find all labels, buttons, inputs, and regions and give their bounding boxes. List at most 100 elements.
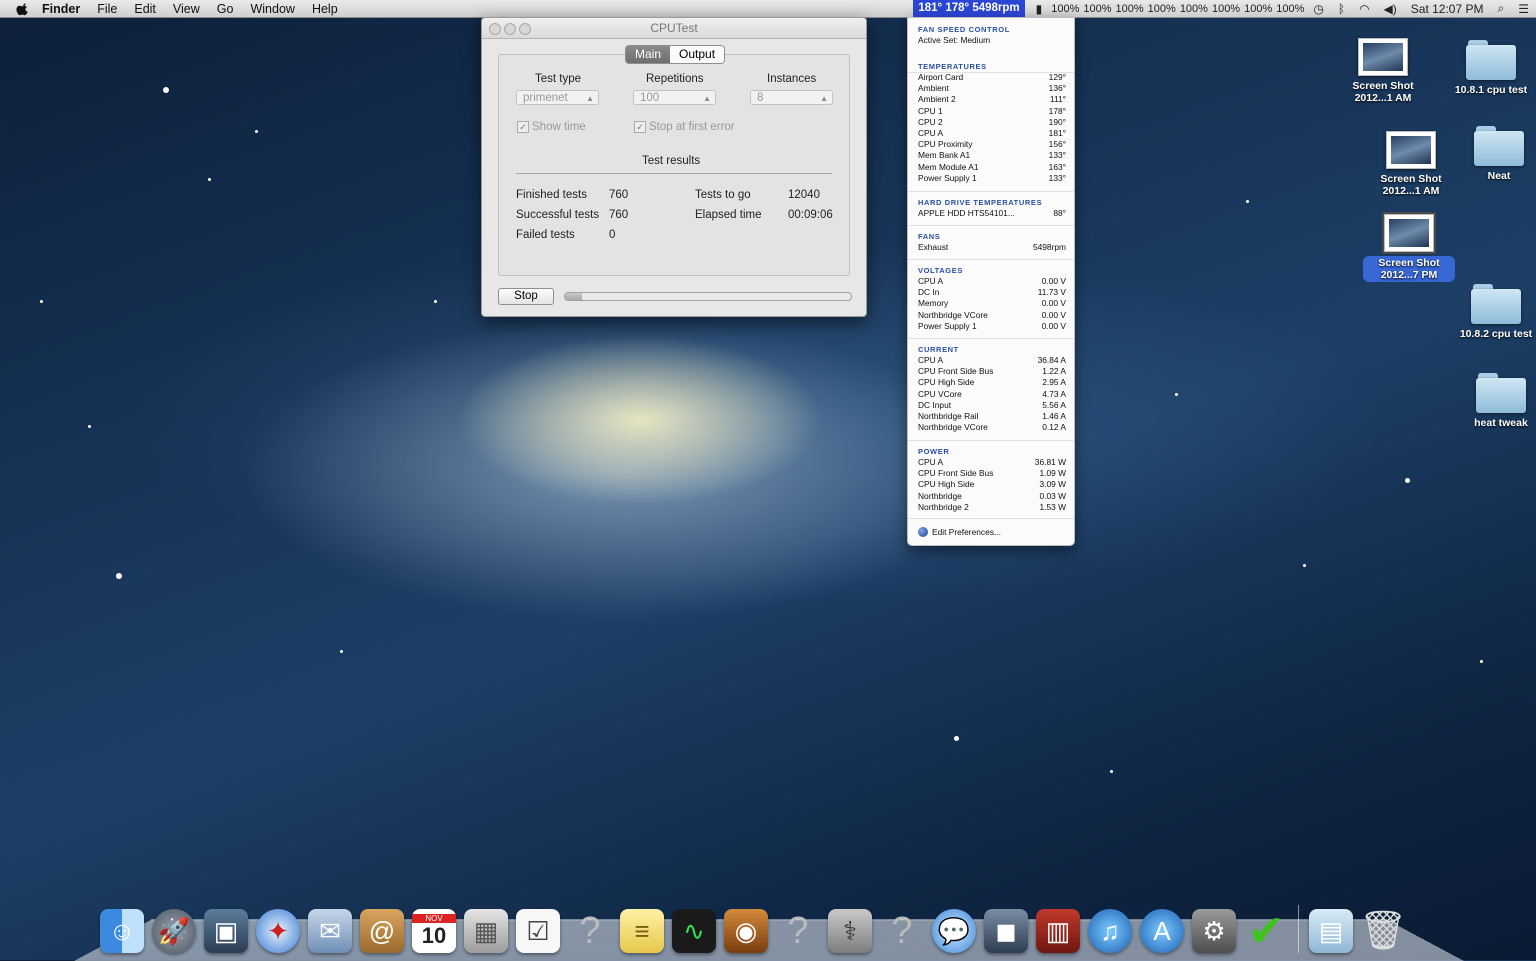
temperatures-row[interactable]: CPU A 181° xyxy=(918,128,1066,139)
current-row[interactable]: CPU A 36.84 A xyxy=(918,355,1066,366)
launchpad-icon[interactable]: 🚀 xyxy=(152,909,196,953)
temperatures-row[interactable]: Mem Module A1 163° xyxy=(918,162,1066,173)
voltages-row[interactable]: Power Supply 1 0.00 V xyxy=(918,321,1066,332)
power-row[interactable]: CPU High Side 3.09 W xyxy=(918,479,1066,490)
desktop-item-folder-heat-tweak[interactable]: heat tweak xyxy=(1455,373,1536,429)
menu-go[interactable]: Go xyxy=(217,2,234,16)
temperatures-row[interactable]: CPU 1 178° xyxy=(918,106,1066,117)
menu-window[interactable]: Window xyxy=(250,2,294,16)
cpu-usage-item: 100% xyxy=(1276,2,1305,15)
menu-file[interactable]: File xyxy=(97,2,117,16)
trash-icon[interactable]: 🗑 xyxy=(1359,909,1407,953)
checkmark-app-icon[interactable]: ✔ xyxy=(1244,907,1288,956)
current-row[interactable]: Northbridge VCore 0.12 A xyxy=(918,422,1066,433)
itunes-icon[interactable]: ♫ xyxy=(1088,909,1132,953)
stop-first-error-checkbox[interactable]: ✓ Stop at first error xyxy=(634,121,735,133)
contacts-icon[interactable]: @ xyxy=(360,909,404,953)
activity-monitor-icon[interactable]: ∿ xyxy=(672,909,716,953)
bluetooth-icon[interactable]: ᛒ xyxy=(1338,2,1345,16)
current-row[interactable]: CPU VCore 4.73 A xyxy=(918,389,1066,400)
wifi-icon[interactable]: ◠ xyxy=(1359,2,1369,16)
mail-icon[interactable]: ✉ xyxy=(308,909,352,953)
desktop-item-folder-1082[interactable]: 10.8.2 cpu test xyxy=(1450,284,1536,340)
current-row[interactable]: DC Input 5.56 A xyxy=(918,400,1066,411)
notes-icon[interactable]: ≡ xyxy=(620,909,664,953)
show-time-label: Show time xyxy=(532,121,586,133)
active-set-item[interactable]: Active Set: Medium xyxy=(918,35,1066,46)
voltages-row[interactable]: DC In 11.73 V xyxy=(918,287,1066,298)
temperatures-row[interactable]: Mem Bank A1 133° xyxy=(918,150,1066,161)
voltages-row[interactable]: CPU A 0.00 V xyxy=(918,276,1066,287)
temperature-menu-extra[interactable]: 181° 178° 5498rpm xyxy=(913,0,1025,17)
desktop-item-folder-1081[interactable]: 10.8.1 cpu test xyxy=(1445,40,1536,96)
iphoto-icon[interactable]: ▣ xyxy=(204,909,248,953)
temperatures-row[interactable]: Ambient 2 111° xyxy=(918,94,1066,105)
power-row[interactable]: CPU Front Side Bus 1.09 W xyxy=(918,468,1066,479)
desktop-item-screenshot-3[interactable]: Screen Shot 2012...7 PM xyxy=(1363,212,1455,282)
desktop-item-folder-neat[interactable]: Neat xyxy=(1453,126,1536,182)
app-store-icon[interactable]: A xyxy=(1140,909,1184,953)
desktop-item-screenshot-2[interactable]: Screen Shot 2012...1 AM xyxy=(1365,131,1457,197)
temperatures-row[interactable]: Power Supply 1 133° xyxy=(918,173,1066,184)
volume-icon[interactable]: ◀) xyxy=(1384,2,1397,16)
instances-field[interactable]: 8 ▲ xyxy=(750,90,833,105)
edit-preferences-item[interactable]: Edit Preferences... xyxy=(918,527,1066,537)
calendar-icon[interactable]: NOV 10 xyxy=(412,909,456,953)
power-row[interactable]: CPU A 36.81 W xyxy=(918,457,1066,468)
battery-menu-icon[interactable]: ▮ xyxy=(1036,2,1043,16)
temperatures-row[interactable]: Ambient 136° xyxy=(918,83,1066,94)
menu-help[interactable]: Help xyxy=(312,2,338,16)
power-row[interactable]: Northbridge 2 1.53 W xyxy=(918,502,1066,513)
iphoto-camera-icon[interactable]: ◉ xyxy=(724,909,768,953)
show-time-checkbox[interactable]: ✓ Show time xyxy=(517,121,586,133)
menu-view[interactable]: View xyxy=(173,2,200,16)
tab-output[interactable]: Output xyxy=(670,46,725,63)
reminders-icon[interactable]: ☑ xyxy=(516,909,560,953)
current-row[interactable]: CPU Front Side Bus 1.22 A xyxy=(918,366,1066,377)
sensor-value: 1.22 A xyxy=(1042,366,1066,377)
documents-stack-icon[interactable]: ▤ xyxy=(1309,909,1353,953)
facetime-icon[interactable]: ◼ xyxy=(984,909,1028,953)
current-row[interactable]: CPU High Side 2.95 A xyxy=(918,377,1066,388)
messages-icon[interactable]: 💬 xyxy=(932,909,976,953)
disk-utility-icon[interactable]: ⚕ xyxy=(828,909,872,953)
power-row[interactable]: Northbridge 0.03 W xyxy=(918,491,1066,502)
window-titlebar[interactable]: CPUTest xyxy=(482,18,866,39)
unknown-app-icon[interactable]: ? xyxy=(880,909,924,953)
close-button[interactable] xyxy=(489,23,501,35)
repetitions-field[interactable]: 100 ▲ xyxy=(633,90,716,105)
hdd-row[interactable]: APPLE HDD HTS54101... 88° xyxy=(918,208,1066,219)
stepper-arrows-icon: ▲ xyxy=(820,94,828,103)
menu-separator xyxy=(908,518,1074,519)
menu-edit[interactable]: Edit xyxy=(134,2,156,16)
voltages-row[interactable]: Northbridge VCore 0.00 V xyxy=(918,310,1066,321)
voltages-row[interactable]: Memory 0.00 V xyxy=(918,298,1066,309)
time-machine-icon[interactable]: ◷ xyxy=(1313,2,1323,16)
temperatures-row[interactable]: CPU Proximity 156° xyxy=(918,139,1066,150)
minimize-button[interactable] xyxy=(504,23,516,35)
tab-main[interactable]: Main xyxy=(626,46,671,63)
finder-icon[interactable]: ☺ xyxy=(100,909,144,953)
temperatures-row[interactable]: CPU 2 190° xyxy=(918,117,1066,128)
desktop-item-screenshot-1[interactable]: Screen Shot 2012...1 AM xyxy=(1337,38,1429,104)
calculator-icon[interactable]: ▦ xyxy=(464,909,508,953)
current-row[interactable]: Northbridge Rail 1.46 A xyxy=(918,411,1066,422)
sensor-name: CPU High Side xyxy=(918,377,975,388)
test-type-select[interactable]: primenet ▲ xyxy=(516,90,599,105)
fans-row[interactable]: Exhaust 5498rpm xyxy=(918,242,1066,253)
menu-app-finder[interactable]: Finder xyxy=(42,2,80,16)
stop-button[interactable]: Stop xyxy=(498,288,554,305)
zoom-button[interactable] xyxy=(519,23,531,35)
unknown-app-icon[interactable]: ? xyxy=(776,909,820,953)
spotlight-search-icon[interactable]: ⌕ xyxy=(1498,1,1505,16)
photo-booth-icon[interactable]: ▥ xyxy=(1036,909,1080,953)
unknown-app-icon[interactable]: ? xyxy=(568,909,612,953)
notification-center-icon[interactable]: ☰ xyxy=(1518,2,1529,16)
temperatures-row[interactable]: Airport Card 129° xyxy=(918,72,1066,83)
clock-menu[interactable]: Sat 12:07 PM xyxy=(1411,2,1484,16)
system-preferences-icon[interactable]: ⚙ xyxy=(1192,909,1236,953)
cputest-window: CPUTest Test type Repetitions Instances … xyxy=(481,17,867,317)
apple-menu-icon[interactable] xyxy=(16,2,30,16)
section-header: TEMPERATURES xyxy=(918,62,987,71)
safari-icon[interactable]: ✦ xyxy=(256,909,300,953)
